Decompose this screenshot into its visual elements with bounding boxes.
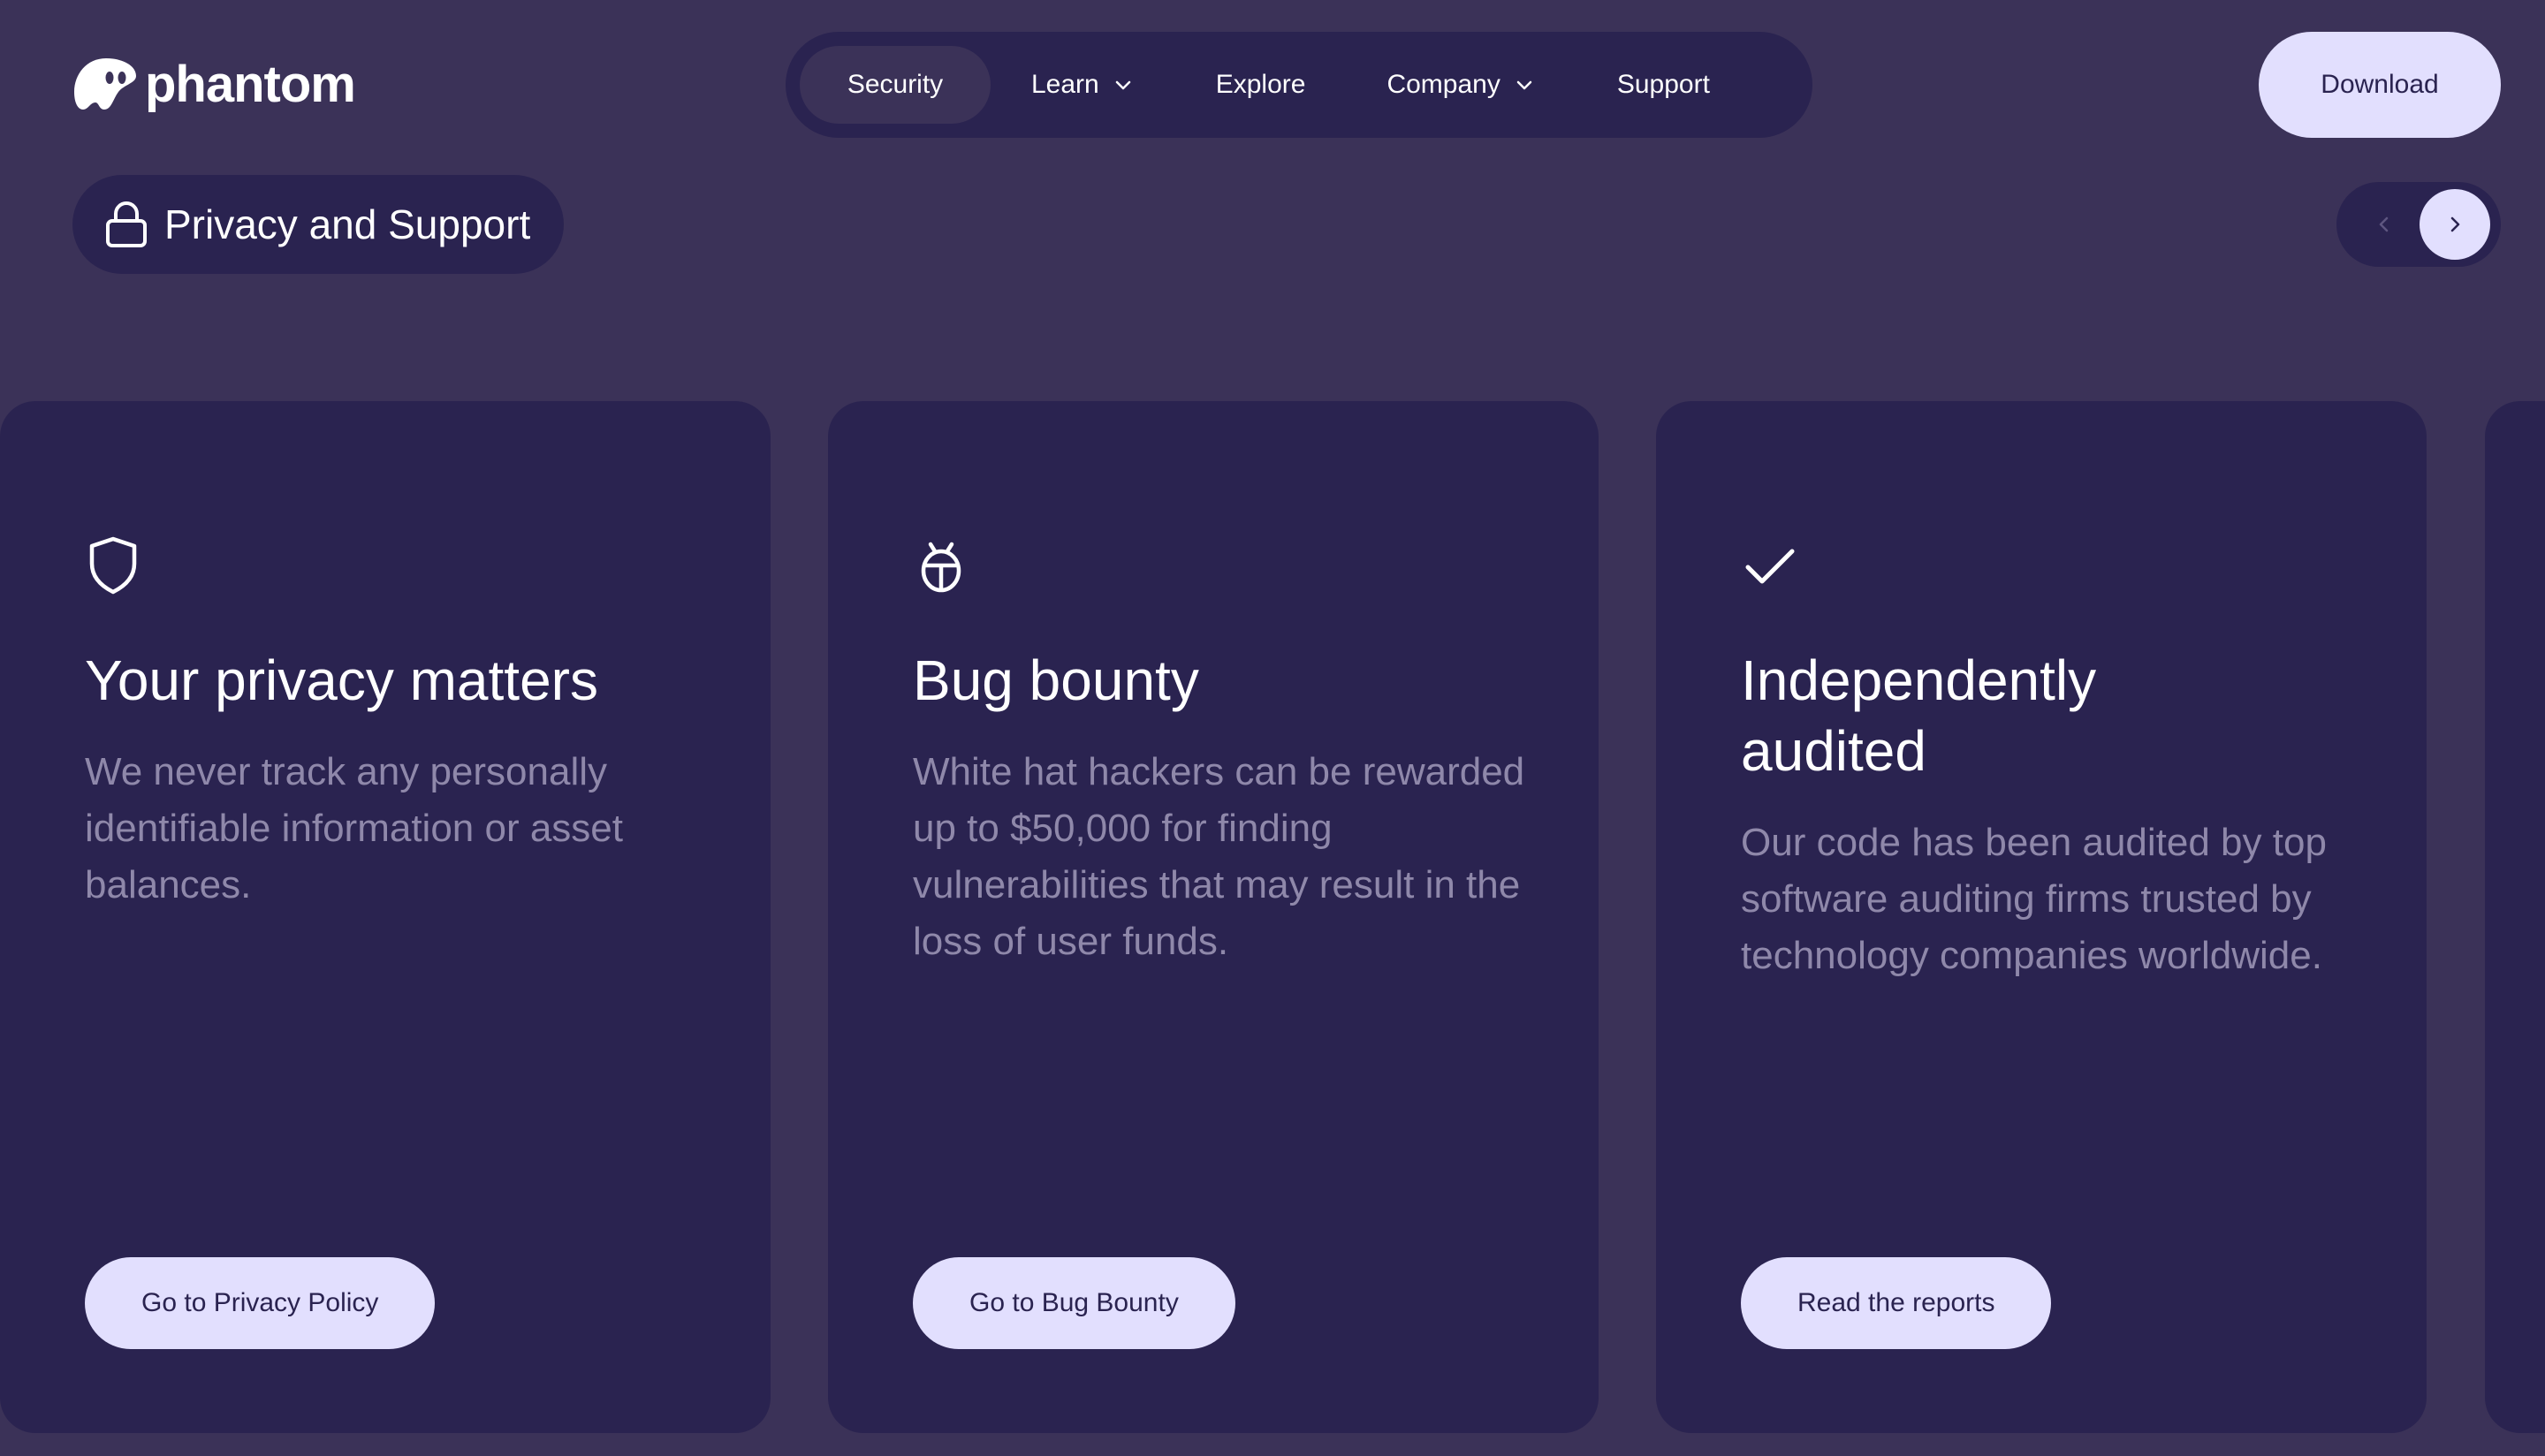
feature-card-audited: Independently audited Our code has been …: [1656, 401, 2427, 1433]
card-description: White hat hackers can be rewarded up to …: [913, 750, 1525, 963]
nav-item-learn[interactable]: Learn: [991, 46, 1175, 124]
nav-item-label: Explore: [1215, 70, 1306, 99]
section-title-pill: Privacy and Support: [72, 175, 564, 274]
nav-item-label: Company: [1386, 70, 1500, 99]
audit-reports-button[interactable]: Read the reports: [1741, 1257, 2052, 1349]
carousel-prev-button[interactable]: [2349, 189, 2420, 260]
chevron-right-icon: [2450, 216, 2460, 232]
carousel-controls: [2336, 182, 2501, 267]
nav-item-label: Support: [1616, 70, 1710, 99]
card-description: We never track any personally identifiab…: [85, 750, 623, 906]
phantom-ghost-icon: [74, 57, 136, 110]
brand-name: phantom: [145, 56, 356, 113]
feature-card-bug-bounty: Bug bounty White hat hackers can be rewa…: [828, 401, 1599, 1433]
lock-icon: [106, 201, 147, 247]
nav-item-company[interactable]: Company: [1346, 46, 1576, 124]
bug-icon: [921, 542, 961, 593]
feature-card-privacy: Your privacy matters We never track any …: [0, 401, 771, 1433]
card-title: Independently audited: [1741, 648, 2097, 783]
nav-item-label: Learn: [1031, 70, 1099, 99]
checkmark-icon: [1745, 549, 1795, 584]
card-title: Your privacy matters: [85, 648, 598, 712]
chevron-down-icon: [1115, 80, 1130, 90]
download-button[interactable]: Download: [2259, 32, 2501, 138]
shield-icon: [89, 536, 137, 595]
privacy-policy-button[interactable]: Go to Privacy Policy: [85, 1257, 436, 1349]
feature-card-partial: [2485, 401, 2545, 1433]
bug-bounty-button[interactable]: Go to Bug Bounty: [913, 1257, 1235, 1349]
nav-item-explore[interactable]: Explore: [1175, 46, 1347, 124]
main-nav: Security Learn Explore Company Support: [786, 32, 1812, 138]
nav-item-label: Security: [847, 70, 944, 99]
section-title: Privacy and Support: [164, 201, 531, 247]
chevron-left-icon: [2379, 216, 2389, 232]
card-title: Bug bounty: [913, 648, 1199, 712]
card-description: Our code has been audited by top softwar…: [1741, 821, 2327, 977]
carousel-next-button[interactable]: [2420, 189, 2490, 260]
nav-item-support[interactable]: Support: [1576, 46, 1751, 124]
phantom-logo[interactable]: phantom: [71, 55, 356, 114]
chevron-down-icon: [1516, 80, 1532, 90]
nav-item-security[interactable]: Security: [800, 46, 991, 124]
